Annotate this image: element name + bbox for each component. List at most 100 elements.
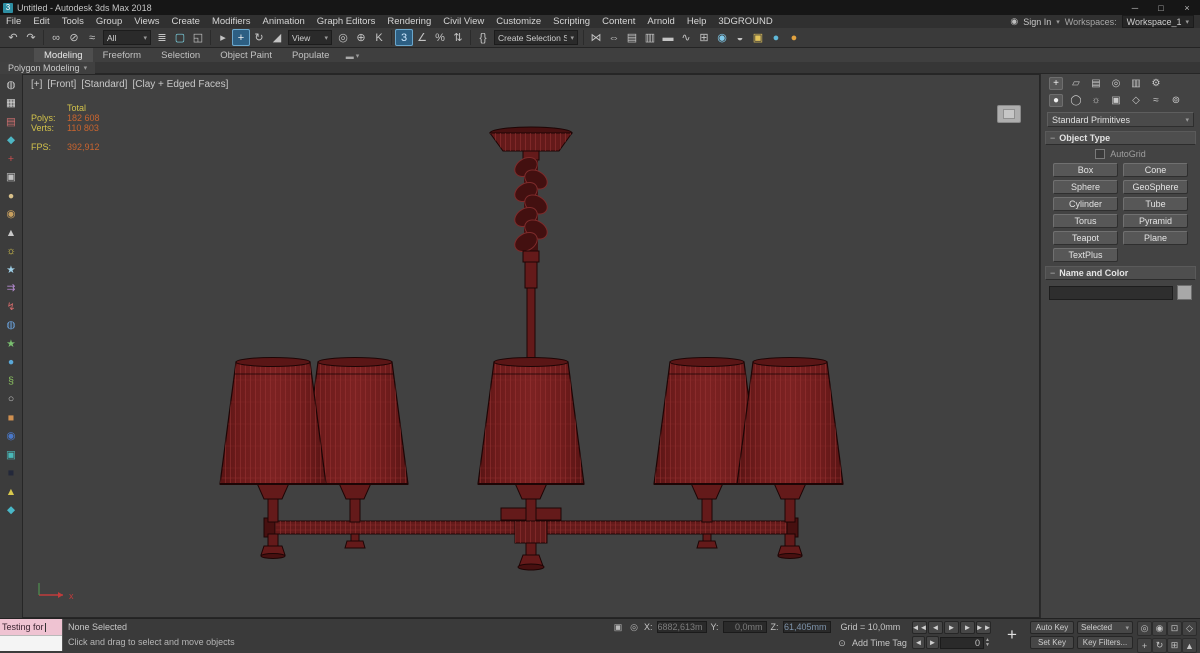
ribbon-tab-freeform[interactable]: Freeform — [93, 48, 152, 62]
use-pivot-center-icon[interactable]: ◎ — [334, 29, 352, 46]
fov-icon[interactable]: ◇ — [1182, 621, 1197, 636]
create-selection-set-dropdown[interactable]: Create Selection Se ▾ — [494, 30, 578, 45]
menu-arnold[interactable]: Arnold — [641, 16, 680, 27]
lights-category-icon[interactable]: ☼ — [1089, 94, 1103, 107]
select-and-scale-icon[interactable]: ◢ — [268, 29, 286, 46]
menu-help[interactable]: Help — [681, 16, 713, 27]
zoom-icon[interactable]: ◎ — [1137, 621, 1152, 636]
transform-gizmo-icon[interactable]: + — [1002, 622, 1022, 648]
create-tab-icon[interactable]: + — [1049, 77, 1063, 90]
star-blue-icon[interactable]: ★ — [4, 262, 19, 277]
primitive-button-sphere[interactable]: Sphere — [1053, 180, 1118, 194]
menu-group[interactable]: Group — [90, 16, 128, 27]
sign-in-caret-icon[interactable]: ▾ — [1056, 18, 1060, 26]
space-warps-category-icon[interactable]: ≈ — [1149, 94, 1163, 107]
add-time-tag-button[interactable]: Add Time Tag — [852, 638, 907, 648]
diamond-teal-icon[interactable]: ◆ — [4, 503, 19, 518]
key-step-back-button[interactable]: ◄ — [912, 636, 925, 649]
arrows-purple-icon[interactable]: ⇉ — [4, 281, 19, 296]
workspace-dropdown[interactable]: Workspace_1 ▾ — [1121, 15, 1194, 28]
bolt-red-icon[interactable]: ↯ — [4, 299, 19, 314]
rect-selection-region-icon[interactable]: ▢ — [171, 29, 189, 46]
z-coordinate-field[interactable]: 61,405mm — [782, 621, 831, 633]
primitive-button-plane[interactable]: Plane — [1123, 231, 1188, 245]
primitive-button-cylinder[interactable]: Cylinder — [1053, 197, 1118, 211]
layer-red-icon[interactable]: ▤ — [4, 114, 19, 129]
menu-graph-editors[interactable]: Graph Editors — [311, 16, 382, 27]
motion-tab-icon[interactable]: ◎ — [1109, 77, 1123, 90]
snaps-toggle-icon[interactable]: 3 — [395, 29, 413, 46]
primitive-button-torus[interactable]: Torus — [1053, 214, 1118, 228]
selection-filter-dropdown[interactable]: All ▾ — [103, 30, 151, 45]
menu-civil-view[interactable]: Civil View — [437, 16, 490, 27]
box-dark-icon[interactable]: ■ — [4, 466, 19, 481]
percent-snap-icon[interactable]: % — [431, 29, 449, 46]
cameras-category-icon[interactable]: ▣ — [1109, 94, 1123, 107]
name-and-color-rollout[interactable]: − Name and Color — [1045, 266, 1196, 280]
pan-icon[interactable]: + — [1137, 638, 1152, 653]
helpers-category-icon[interactable]: ◇ — [1129, 94, 1143, 107]
mirror-icon[interactable]: ⋈ — [587, 29, 605, 46]
window-crossing-icon[interactable]: ◱ — [189, 29, 207, 46]
select-link-icon[interactable]: ∞ — [47, 29, 65, 46]
next-frame-button[interactable]: ► — [960, 621, 975, 634]
layer-explorer-icon[interactable]: ▥ — [641, 29, 659, 46]
maximize-button[interactable]: □ — [1148, 0, 1174, 15]
maximize-viewport-icon[interactable]: ⊞ — [1167, 638, 1182, 653]
viewport[interactable]: [+] [Front] [Standard] [Clay + Edged Fac… — [22, 74, 1040, 618]
object-name-input[interactable] — [1049, 285, 1173, 300]
display-tab-icon[interactable]: ▥ — [1129, 77, 1143, 90]
render-iterative-icon[interactable]: ● — [785, 29, 803, 46]
listener-line[interactable] — [0, 635, 62, 651]
autogrid-checkbox[interactable] — [1095, 149, 1106, 159]
hierarchy-tab-icon[interactable]: ▤ — [1089, 77, 1103, 90]
spinner-snap-icon[interactable]: ⇅ — [449, 29, 467, 46]
ribbon-tab-populate[interactable]: Populate — [282, 48, 340, 62]
zoom-extents-icon[interactable]: ⊡ — [1167, 621, 1182, 636]
key-filters-button[interactable]: Key Filters... — [1077, 636, 1133, 649]
ribbon-toggle-icon[interactable]: ▬ — [659, 29, 677, 46]
cone-icon[interactable]: ▲ — [4, 225, 19, 240]
x-coordinate-field[interactable]: 6882,613m — [656, 621, 707, 633]
menu-file[interactable]: File — [0, 16, 27, 27]
current-frame-field[interactable]: 0 — [940, 636, 984, 649]
image-tool-icon[interactable]: ▦ — [4, 96, 19, 111]
modify-tab-icon[interactable]: ▱ — [1069, 77, 1083, 90]
ribbon-collapse-icon[interactable]: ▬ ▾ — [339, 50, 365, 62]
sphere-blue-icon[interactable]: ◍ — [4, 318, 19, 333]
viewport-menu-renderer[interactable]: [Standard] — [81, 79, 127, 90]
sign-in-button[interactable]: Sign In — [1023, 17, 1051, 27]
walk-through-icon[interactable]: ▲ — [1182, 638, 1197, 653]
menu-scripting[interactable]: Scripting — [547, 16, 596, 27]
object-type-rollout[interactable]: − Object Type — [1045, 131, 1196, 145]
menu-modifiers[interactable]: Modifiers — [206, 16, 257, 27]
maxscript-mini-listener[interactable]: Testing for — [0, 619, 63, 651]
render-setup-icon[interactable]: ◒ — [731, 29, 749, 46]
primitive-button-geosphere[interactable]: GeoSphere — [1123, 180, 1188, 194]
keyboard-override-icon[interactable]: K — [370, 29, 388, 46]
primitive-button-teapot[interactable]: Teapot — [1053, 231, 1118, 245]
viewcube-icon[interactable] — [997, 105, 1021, 123]
undo-icon[interactable]: ↶ — [4, 29, 22, 46]
polygon-modeling-panel-tab[interactable]: Polygon Modeling ▾ — [0, 61, 96, 74]
primitive-button-textplus[interactable]: TextPlus — [1053, 248, 1118, 262]
teal-diamond-icon[interactable]: ◆ — [4, 133, 19, 148]
ring-icon[interactable]: ○ — [4, 392, 19, 407]
menu-animation[interactable]: Animation — [257, 16, 311, 27]
menu-content[interactable]: Content — [596, 16, 641, 27]
select-and-move-icon[interactable]: + — [232, 29, 250, 46]
key-step-forward-button[interactable]: ► — [926, 636, 939, 649]
ribbon-tab-selection[interactable]: Selection — [151, 48, 210, 62]
minimize-button[interactable]: ─ — [1122, 0, 1148, 15]
angle-snap-icon[interactable]: ∠ — [413, 29, 431, 46]
zoom-all-icon[interactable]: ◉ — [1152, 621, 1167, 636]
geometry-category-icon[interactable]: ● — [1049, 94, 1063, 107]
select-and-manipulate-icon[interactable]: ⊕ — [352, 29, 370, 46]
go-to-end-button[interactable]: ►► — [976, 621, 991, 634]
select-object-icon[interactable]: ▸ — [214, 29, 232, 46]
viewport-menu-shading[interactable]: [Clay + Edged Faces] — [132, 79, 228, 90]
tri-yellow-icon[interactable]: ▲ — [4, 484, 19, 499]
star-green-icon[interactable]: ★ — [4, 336, 19, 351]
systems-category-icon[interactable]: ⊚ — [1169, 94, 1183, 107]
box-orange-icon[interactable]: ■ — [4, 410, 19, 425]
